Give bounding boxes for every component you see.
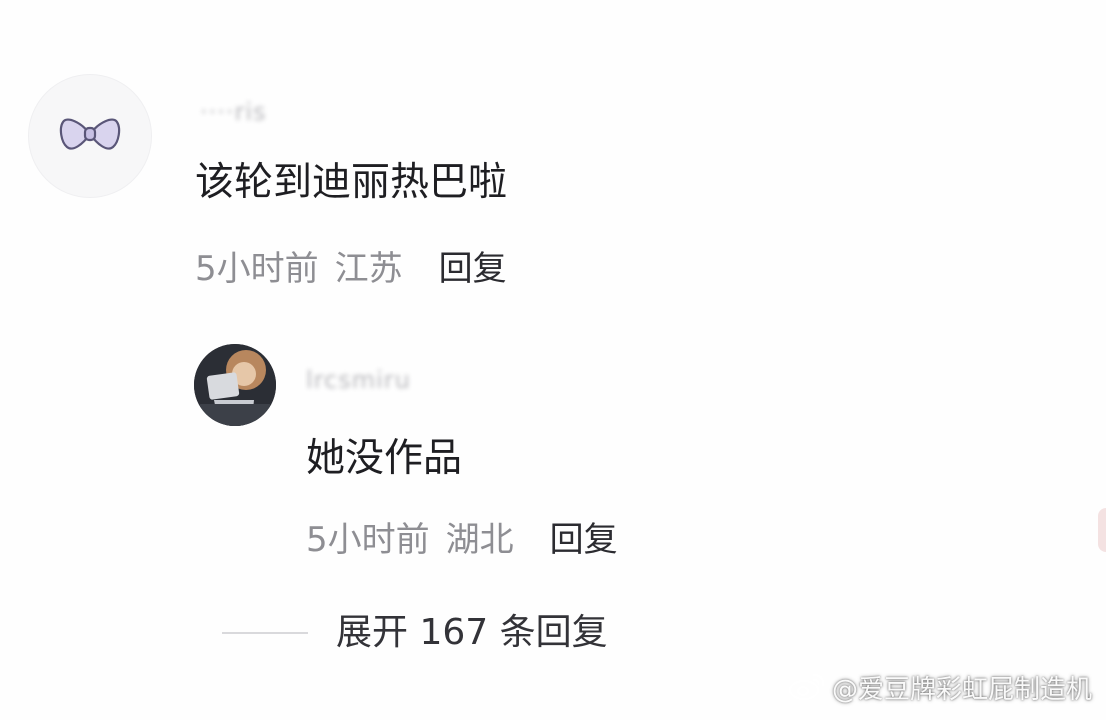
user-photo <box>194 344 276 426</box>
comment-thread: ····ris 该轮到迪丽热巴啦 5小时前 江苏 回复 lrcsmiru 她没作… <box>0 0 1106 720</box>
comment-1-time: 5小时前 <box>195 249 319 289</box>
expand-divider-line <box>222 632 308 634</box>
comment-1-meta: 5小时前 江苏 回复 <box>195 249 507 289</box>
bow-icon <box>59 114 121 158</box>
comment-2-reply-button[interactable]: 回复 <box>550 520 618 560</box>
watermark: @爱豆牌彩虹屁制造机 <box>788 671 1092 708</box>
comment-2-avatar[interactable] <box>194 344 276 426</box>
comment-2-username[interactable]: lrcsmiru <box>306 368 466 392</box>
expand-replies-label: 展开 167 条回复 <box>336 612 608 653</box>
comment-1-reply-button[interactable]: 回复 <box>439 249 507 289</box>
comment-2-location: 湖北 <box>445 520 514 560</box>
comment-1-text: 该轮到迪丽热巴啦 <box>195 160 508 205</box>
comment-1-location: 江苏 <box>334 249 403 289</box>
expand-replies-button[interactable]: 展开 167 条回复 <box>222 611 608 655</box>
watermark-text: @爱豆牌彩虹屁制造机 <box>831 674 1092 705</box>
comment-1-avatar[interactable] <box>28 74 152 198</box>
comment-2-time: 5小时前 <box>306 520 430 560</box>
edge-decoration <box>1098 508 1106 552</box>
comment-1-username[interactable]: ····ris <box>200 100 340 124</box>
weibo-icon <box>788 671 832 708</box>
comment-2-text: 她没作品 <box>306 436 463 481</box>
comment-2-meta: 5小时前 湖北 回复 <box>306 520 618 560</box>
